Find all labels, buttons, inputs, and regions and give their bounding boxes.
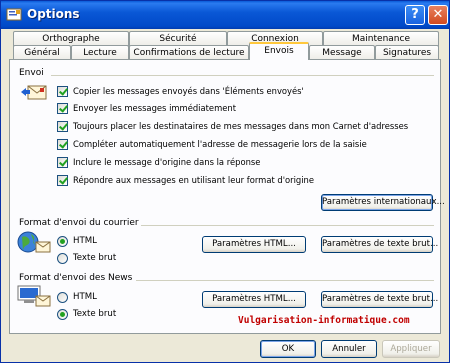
mail-format-separator [141,225,434,226]
mail-format-plain-dot[interactable] [57,252,68,264]
checkbox-copy-sent-box[interactable] [57,85,68,97]
envoi-separator [51,75,434,76]
options-window-icon [6,8,22,21]
news-format-html-dot[interactable] [57,291,68,303]
options-dialog: Options ? ✕ Orthographe Sécurité Connexi… [0,0,450,363]
window-title: Options [27,7,80,21]
mail-format-html-radio[interactable]: HTML [57,234,97,248]
news-format-plain-label: Texte brut [73,309,117,319]
mail-format-plain-radio[interactable]: Texte brut [57,251,116,265]
checkbox-send-immediately[interactable]: Envoyer les messages immédiatement [57,101,236,115]
envoi-group-label: Envoi [19,68,44,78]
checkbox-add-to-addressbook[interactable]: Toujours placer les destinataires de mes… [57,119,408,133]
tab-envois[interactable]: Envois [249,42,309,60]
mail-plain-settings-button[interactable]: Paramètres de texte brut... [321,236,438,253]
news-format-plain-dot[interactable] [57,308,68,320]
news-format-icon [17,285,51,307]
close-button[interactable]: ✕ [428,5,448,25]
title-bar[interactable]: Options ? ✕ [1,1,449,29]
news-format-separator [136,280,434,281]
checkbox-send-immediately-label: Envoyer les messages immédiatement [73,103,236,113]
news-plain-settings-button[interactable]: Paramètres de texte brut... [321,291,438,308]
news-format-group-label: Format d'envoi des News [19,273,133,283]
mail-format-plain-label: Texte brut [73,253,117,263]
checkbox-include-original-label: Inclure le message d'origine dans la rép… [73,157,261,167]
mail-html-settings-button[interactable]: Paramètres HTML... [202,236,306,253]
checkbox-send-immediately-box[interactable] [57,102,68,114]
checkbox-reply-original-format-label: Répondre aux messages en utilisant leur … [73,175,315,185]
cancel-button[interactable]: Annuler [321,340,377,358]
checkbox-include-original[interactable]: Inclure le message d'origine dans la rép… [57,155,260,169]
checkbox-reply-original-format[interactable]: Répondre aux messages en utilisant leur … [57,173,314,187]
checkbox-autocomplete-label: Compléter automatiquement l'adresse de m… [73,139,367,149]
intl-settings-button[interactable]: Paramètres internationaux... [321,194,445,211]
news-format-html-radio[interactable]: HTML [57,290,97,304]
news-format-html-label: HTML [73,292,97,302]
mail-format-html-label: HTML [73,236,97,246]
news-format-plain-radio[interactable]: Texte brut [57,307,116,321]
mail-format-html-dot[interactable] [57,235,68,247]
news-html-settings-button[interactable]: Paramètres HTML... [202,291,306,308]
checkbox-copy-sent[interactable]: Copier les messages envoyés dans 'Élémen… [57,84,304,98]
checkbox-autocomplete-box[interactable] [57,138,68,150]
ok-button[interactable]: OK [260,340,316,358]
checkbox-include-original-box[interactable] [57,156,68,168]
checkbox-add-to-addressbook-label: Toujours placer les destinataires de mes… [73,121,409,131]
mail-format-globe-icon [17,231,51,253]
checkbox-copy-sent-label: Copier les messages envoyés dans 'Élémen… [73,86,304,96]
apply-button[interactable]: Appliquer [382,340,440,358]
help-button[interactable]: ? [405,5,425,25]
checkbox-add-to-addressbook-box[interactable] [57,120,68,132]
watermark-text: Vulgarisation-informatique.com [238,315,410,326]
checkbox-reply-original-format-box[interactable] [57,174,68,186]
send-mail-icon [21,85,47,100]
checkbox-autocomplete[interactable]: Compléter automatiquement l'adresse de m… [57,137,367,151]
mail-format-group-label: Format d'envoi du courrier [19,218,139,228]
